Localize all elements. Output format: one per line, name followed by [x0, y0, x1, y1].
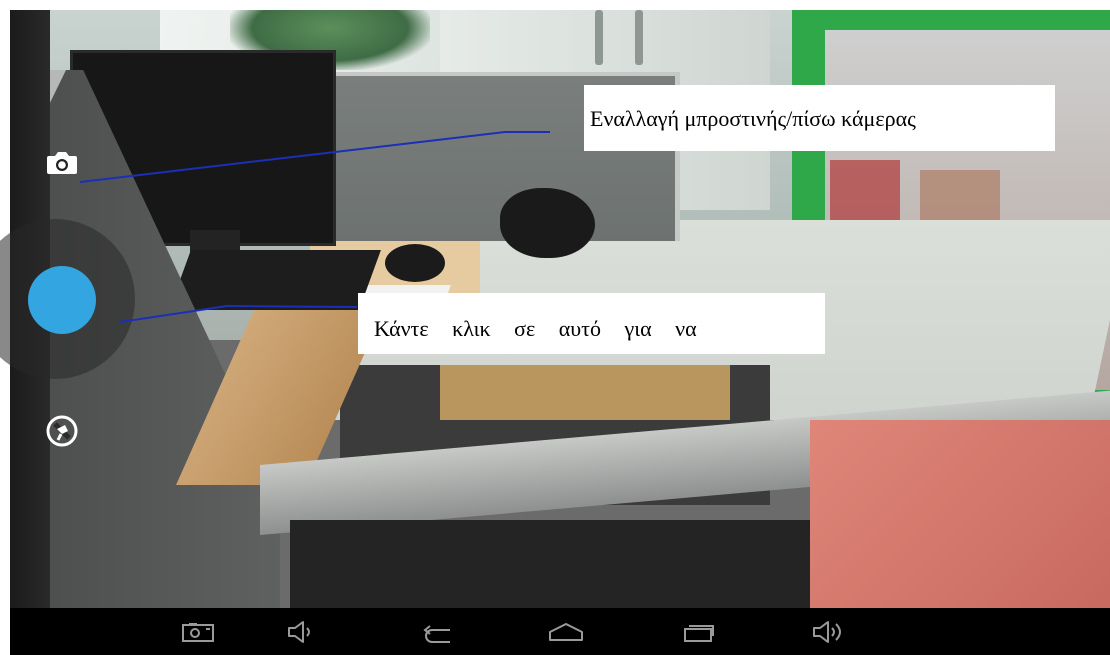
back-icon — [420, 620, 456, 644]
camera-icon — [45, 152, 79, 181]
home-button[interactable] — [541, 608, 591, 655]
volume-down-icon — [286, 620, 316, 644]
keyboard — [169, 250, 381, 310]
switch-camera-annotation: Εναλλαγή μπροστινής/πίσω κάμερας — [584, 85, 1055, 151]
screenshot-button[interactable] — [173, 608, 223, 655]
home-icon — [547, 620, 585, 644]
back-button[interactable] — [413, 608, 463, 655]
mouse — [385, 244, 445, 282]
navigation-bar — [10, 608, 1110, 655]
volume-down-button[interactable] — [276, 608, 326, 655]
mouse — [500, 188, 595, 258]
cabinet-handle — [595, 10, 603, 65]
shutter-annotation-text: Κάντε κλικ σε αυτό για να — [374, 316, 697, 341]
cabinet-handle — [635, 10, 643, 65]
switch-camera-annotation-text: Εναλλαγή μπροστινής/πίσω κάμερας — [590, 106, 916, 131]
camera-settings-button[interactable] — [43, 412, 81, 450]
recent-apps-icon — [681, 620, 717, 644]
pink-panel — [810, 420, 1110, 608]
shutter-button[interactable] — [28, 266, 96, 334]
switch-camera-button[interactable] — [45, 148, 79, 178]
screenshot-icon — [181, 621, 215, 643]
keyboard-tray — [440, 365, 730, 420]
shutter-annotation: Κάντε κλικ σε αυτό για να — [358, 293, 825, 354]
volume-up-icon — [811, 620, 845, 644]
recent-apps-button[interactable] — [674, 608, 724, 655]
settings-icon — [43, 415, 81, 453]
volume-up-button[interactable] — [803, 608, 853, 655]
